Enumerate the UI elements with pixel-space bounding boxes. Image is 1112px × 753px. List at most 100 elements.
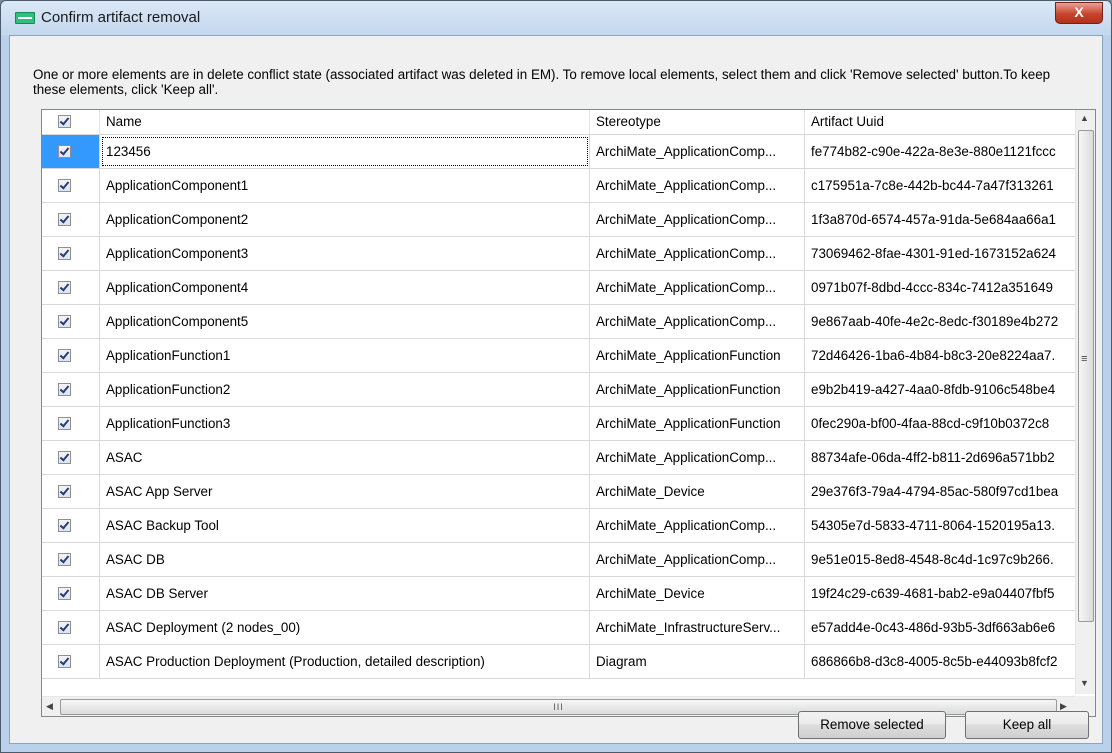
- cell-artifact-uuid[interactable]: 686866b8-d3c8-4005-8c5b-e44093b8fcf2: [805, 645, 1085, 678]
- row-checkbox[interactable]: [58, 485, 71, 498]
- cell-artifact-uuid[interactable]: 1f3a870d-6574-457a-91da-5e684aa66a1: [805, 203, 1085, 236]
- cell-artifact-uuid[interactable]: 9e51e015-8ed8-4548-8c4d-1c97c9b266.: [805, 543, 1085, 576]
- row-checkbox[interactable]: [58, 383, 71, 396]
- cell-name[interactable]: ASAC: [100, 441, 590, 474]
- vertical-scrollbar[interactable]: ▲ ≡ ▼: [1075, 110, 1095, 694]
- cell-stereotype[interactable]: ArchiMate_ApplicationComp...: [590, 169, 805, 202]
- column-header-uuid[interactable]: Artifact Uuid: [805, 110, 1075, 134]
- cell-artifact-uuid[interactable]: 72d46426-1ba6-4b84-b8c3-20e8224aa7.: [805, 339, 1085, 372]
- cell-artifact-uuid[interactable]: 9e867aab-40fe-4e2c-8edc-f30189e4b272: [805, 305, 1085, 338]
- row-check-cell[interactable]: [42, 407, 100, 440]
- keep-all-button[interactable]: Keep all: [965, 711, 1089, 739]
- scroll-up-arrow-icon[interactable]: ▲: [1080, 113, 1089, 123]
- table-row[interactable]: ASAC DB Server ArchiMate_Device 19f24c29-c…: [42, 577, 1075, 611]
- cell-name[interactable]: ApplicationComponent4: [100, 271, 590, 304]
- table-row[interactable]: 123456 ArchiMate_ApplicationComp... fe774b…: [42, 135, 1075, 169]
- row-check-cell[interactable]: [42, 237, 100, 270]
- row-checkbox[interactable]: [58, 553, 71, 566]
- row-check-cell[interactable]: [42, 271, 100, 304]
- cell-stereotype[interactable]: ArchiMate_ApplicationFunction: [590, 373, 805, 406]
- row-check-cell[interactable]: [42, 169, 100, 202]
- table-row[interactable]: ApplicationComponent5 ArchiMate_Applicati…: [42, 305, 1075, 339]
- row-check-cell[interactable]: [42, 509, 100, 542]
- cell-artifact-uuid[interactable]: 73069462-8fae-4301-91ed-1673152a624: [805, 237, 1085, 270]
- cell-name[interactable]: 123456: [100, 135, 590, 168]
- row-checkbox[interactable]: [58, 587, 71, 600]
- cell-artifact-uuid[interactable]: 88734afe-06da-4ff2-b811-2d696a571bb2: [805, 441, 1085, 474]
- row-check-cell[interactable]: [42, 203, 100, 236]
- row-checkbox[interactable]: [58, 213, 71, 226]
- remove-selected-button[interactable]: Remove selected: [798, 711, 946, 739]
- cell-artifact-uuid[interactable]: c175951a-7c8e-442b-bc44-7a47f313261: [805, 169, 1085, 202]
- cell-stereotype[interactable]: ArchiMate_ApplicationComp...: [590, 543, 805, 576]
- table-row[interactable]: ApplicationComponent1 ArchiMate_Applicati…: [42, 169, 1075, 203]
- cell-name[interactable]: ApplicationFunction1: [100, 339, 590, 372]
- table-row[interactable]: ASAC ArchiMate_ApplicationComp... 88734afe…: [42, 441, 1075, 475]
- column-header-name[interactable]: Name: [100, 110, 590, 134]
- cell-artifact-uuid[interactable]: e57add4e-0c43-486d-93b5-3df663ab6e6: [805, 611, 1085, 644]
- cell-name[interactable]: ASAC DB Server: [100, 577, 590, 610]
- cell-stereotype[interactable]: Diagram: [590, 645, 805, 678]
- row-checkbox[interactable]: [58, 315, 71, 328]
- row-checkbox[interactable]: [58, 179, 71, 192]
- column-header-stereotype[interactable]: Stereotype: [590, 110, 805, 134]
- cell-name[interactable]: ASAC DB: [100, 543, 590, 576]
- cell-artifact-uuid[interactable]: 54305e7d-5833-4711-8064-1520195a13.: [805, 509, 1085, 542]
- row-checkbox[interactable]: [58, 655, 71, 668]
- cell-stereotype[interactable]: ArchiMate_ApplicationComp...: [590, 305, 805, 338]
- row-checkbox[interactable]: [58, 621, 71, 634]
- table-row[interactable]: ASAC Production Deployment (Production, …: [42, 645, 1075, 679]
- row-check-cell[interactable]: [42, 135, 100, 168]
- cell-name[interactable]: ASAC Deployment (2 nodes_00): [100, 611, 590, 644]
- cell-stereotype[interactable]: ArchiMate_ApplicationComp...: [590, 135, 805, 168]
- table-row[interactable]: ASAC Deployment (2 nodes_00) ArchiMate_In…: [42, 611, 1075, 645]
- select-all-header[interactable]: [42, 110, 100, 134]
- cell-name[interactable]: ASAC Production Deployment (Production, …: [100, 645, 590, 678]
- table-row[interactable]: ApplicationComponent2 ArchiMate_Applicati…: [42, 203, 1075, 237]
- row-check-cell[interactable]: [42, 339, 100, 372]
- cell-stereotype[interactable]: ArchiMate_Device: [590, 475, 805, 508]
- cell-name[interactable]: ASAC Backup Tool: [100, 509, 590, 542]
- row-checkbox[interactable]: [58, 349, 71, 362]
- table-row[interactable]: ApplicationFunction3 ArchiMate_Applicatio…: [42, 407, 1075, 441]
- cell-name[interactable]: ApplicationComponent5: [100, 305, 590, 338]
- cell-artifact-uuid[interactable]: e9b2b419-a427-4aa0-8fdb-9106c548be4: [805, 373, 1085, 406]
- row-checkbox[interactable]: [58, 247, 71, 260]
- row-checkbox[interactable]: [58, 519, 71, 532]
- cell-name[interactable]: ApplicationFunction3: [100, 407, 590, 440]
- cell-stereotype[interactable]: ArchiMate_ApplicationComp...: [590, 509, 805, 542]
- row-check-cell[interactable]: [42, 577, 100, 610]
- cell-artifact-uuid[interactable]: 0971b07f-8dbd-4ccc-834c-7412a351649: [805, 271, 1085, 304]
- cell-artifact-uuid[interactable]: 0fec290a-bf00-4faa-88cd-c9f10b0372c8: [805, 407, 1085, 440]
- table-row[interactable]: ApplicationComponent3 ArchiMate_Applicati…: [42, 237, 1075, 271]
- cell-artifact-uuid[interactable]: fe774b82-c90e-422a-8e3e-880e1121fccc: [805, 135, 1085, 168]
- cell-stereotype[interactable]: ArchiMate_ApplicationComp...: [590, 203, 805, 236]
- row-check-cell[interactable]: [42, 543, 100, 576]
- cell-name[interactable]: ApplicationComponent2: [100, 203, 590, 236]
- table-row[interactable]: ASAC App Server ArchiMate_Device 29e376f3-…: [42, 475, 1075, 509]
- row-check-cell[interactable]: [42, 475, 100, 508]
- table-row[interactable]: ApplicationComponent4 ArchiMate_Applicati…: [42, 271, 1075, 305]
- row-checkbox[interactable]: [58, 281, 71, 294]
- table-row[interactable]: ApplicationFunction1 ArchiMate_Applicatio…: [42, 339, 1075, 373]
- row-check-cell[interactable]: [42, 645, 100, 678]
- cell-stereotype[interactable]: ArchiMate_ApplicationComp...: [590, 271, 805, 304]
- cell-artifact-uuid[interactable]: 19f24c29-c639-4681-bab2-e9a04407fbf5: [805, 577, 1085, 610]
- cell-stereotype[interactable]: ArchiMate_ApplicationFunction: [590, 339, 805, 372]
- table-row[interactable]: ApplicationFunction2 ArchiMate_Applicatio…: [42, 373, 1075, 407]
- close-button[interactable]: X: [1055, 2, 1103, 24]
- table-row[interactable]: ASAC Backup Tool ArchiMate_ApplicationCom…: [42, 509, 1075, 543]
- cell-stereotype[interactable]: ArchiMate_Device: [590, 577, 805, 610]
- cell-name[interactable]: ApplicationComponent1: [100, 169, 590, 202]
- scroll-down-arrow-icon[interactable]: ▼: [1080, 678, 1089, 688]
- cell-stereotype[interactable]: ArchiMate_InfrastructureServ...: [590, 611, 805, 644]
- cell-stereotype[interactable]: ArchiMate_ApplicationComp...: [590, 441, 805, 474]
- row-check-cell[interactable]: [42, 373, 100, 406]
- row-check-cell[interactable]: [42, 305, 100, 338]
- table-row[interactable]: ASAC DB ArchiMate_ApplicationComp... 9e51e…: [42, 543, 1075, 577]
- row-check-cell[interactable]: [42, 441, 100, 474]
- cell-stereotype[interactable]: ArchiMate_ApplicationComp...: [590, 237, 805, 270]
- select-all-checkbox[interactable]: [58, 115, 71, 128]
- vertical-scroll-thumb[interactable]: ≡: [1078, 130, 1094, 622]
- cell-name[interactable]: ApplicationFunction2: [100, 373, 590, 406]
